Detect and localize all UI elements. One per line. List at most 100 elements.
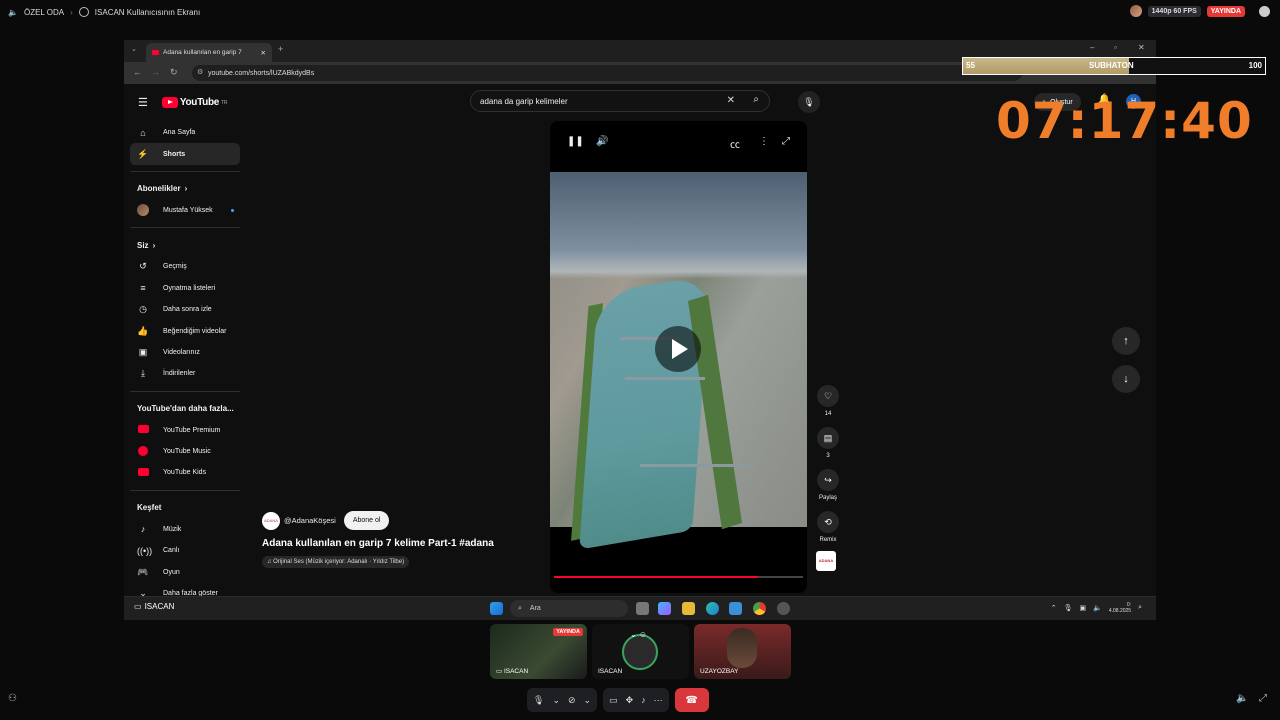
arrow-down-icon: ↓ xyxy=(1123,373,1129,385)
channel-handle[interactable]: @AdanaKöşesi xyxy=(284,516,336,525)
subhaton-bar: 55 SUBHATON 100 xyxy=(962,57,1266,75)
url-field[interactable]: ⚙ youtube.com/shorts/lUZABkdydBs xyxy=(192,65,1022,81)
search-input[interactable]: adana da garip kelimeler ✕ ⌕ xyxy=(470,90,770,112)
previous-short-button[interactable]: ↑ xyxy=(1112,327,1140,355)
participant-tile[interactable]: UZAYOZBAY xyxy=(694,624,791,679)
sidebar-item-music-cat[interactable]: ♪ Müzik xyxy=(130,519,240,540)
task-view-icon[interactable] xyxy=(636,602,649,615)
copilot-icon[interactable] xyxy=(658,602,671,615)
soundboard-icon[interactable]: ♪ xyxy=(641,695,646,705)
channel-avatar[interactable]: ADANA xyxy=(262,511,280,530)
captions-icon[interactable]: ㏄ xyxy=(730,136,740,151)
sidebar-item-live[interactable]: ((•)) Canlı xyxy=(130,540,240,561)
more-options-icon[interactable]: ⋮ xyxy=(759,136,769,147)
mic-icon[interactable]: 🎙 xyxy=(1064,604,1073,612)
search-icon[interactable]: ⌕ xyxy=(753,94,759,105)
date: 4.08.2025 xyxy=(1108,608,1132,614)
notification-icon[interactable]: ⌕ xyxy=(1138,604,1142,612)
like-button[interactable]: ♡ 14 xyxy=(814,385,842,417)
section-label: Siz xyxy=(137,240,149,250)
minimize-icon[interactable]: – xyxy=(1090,43,1094,52)
participant-tile[interactable]: ⌄ ☺ ISACAN xyxy=(592,624,689,679)
sidebar-item-premium[interactable]: YouTube Premium xyxy=(130,420,240,441)
store-icon[interactable] xyxy=(729,602,742,615)
browser-tab[interactable]: Adana kullanılan en garip 7 ✕ xyxy=(146,43,272,62)
sidebar-item-shorts[interactable]: ⚡ Shorts xyxy=(130,143,240,165)
subscriptions-heading[interactable]: Abonelikler › xyxy=(130,178,248,200)
more-icon[interactable]: ⋯ xyxy=(654,695,663,706)
chevron-down-icon[interactable]: ⌄ xyxy=(584,695,592,706)
pause-icon[interactable]: ❚❚ xyxy=(567,136,584,147)
sidebar-item-music[interactable]: YouTube Music xyxy=(130,441,240,462)
mic-toggle[interactable]: 🎙 ⌄ ⊘ ⌄ xyxy=(527,688,598,712)
section-label: Abonelikler xyxy=(137,184,181,194)
sidebar-item-subscription[interactable]: Mustafa Yüksek xyxy=(130,200,240,221)
divider xyxy=(130,170,240,172)
sidebar-item-history[interactable]: ↺ Geçmiş xyxy=(130,256,240,277)
reload-icon[interactable]: ↻ xyxy=(170,67,178,78)
sidebar-item-downloads[interactable]: ⤓ İndirilenler xyxy=(130,363,240,384)
share-button[interactable]: ↪ Paylaş xyxy=(814,469,842,501)
camera-off-icon[interactable]: ⊘ xyxy=(568,695,576,706)
volume-icon[interactable]: 🔈 xyxy=(1236,693,1248,704)
sidebar-item-gaming[interactable]: 🎮 Oyun xyxy=(130,561,240,582)
sidebar-item-playlists[interactable]: ≡ Oynatma listeleri xyxy=(130,278,240,299)
clock[interactable]: 0: 4.08.2025 xyxy=(1109,602,1131,614)
new-tab-icon[interactable]: + xyxy=(278,44,283,54)
chrome-icon[interactable] xyxy=(753,602,766,615)
file-explorer-icon[interactable] xyxy=(682,602,695,615)
sound-channel-thumbnail[interactable]: ADANA xyxy=(816,551,836,571)
next-short-button[interactable]: ↓ xyxy=(1112,365,1140,393)
video-progress[interactable] xyxy=(554,576,803,578)
maximize-icon[interactable]: ▫ xyxy=(1114,43,1117,52)
edge-icon[interactable] xyxy=(706,602,719,615)
chevron-up-icon[interactable]: ⌃ xyxy=(1051,604,1057,612)
video-title[interactable]: Adana kullanılan en garip 7 kelime Part-… xyxy=(262,538,494,549)
screen-share-icon[interactable]: ▭ xyxy=(609,695,618,706)
back-icon[interactable]: ← xyxy=(133,67,142,77)
speaker-icon[interactable]: 🔈 xyxy=(1093,604,1102,612)
clear-search-icon[interactable]: ✕ xyxy=(727,95,735,106)
home-icon: ⌂ xyxy=(140,127,146,138)
network-icon[interactable]: ▣ xyxy=(1079,604,1086,612)
taskbar-user-label: ISACAN xyxy=(144,602,175,611)
shorts-player[interactable]: ❚❚ 🔊 ㏄ ⋮ ⤢ xyxy=(550,121,807,593)
volume-icon[interactable]: 🔊 xyxy=(596,136,608,147)
comment-button[interactable]: ▤ 3 xyxy=(814,427,842,459)
sidebar-item-kids[interactable]: YouTube Kids xyxy=(130,462,240,483)
site-info-icon[interactable]: ⚙ xyxy=(197,68,203,76)
taskbar-search[interactable]: ⌕ Ara xyxy=(510,600,628,617)
more-heading: YouTube'dan daha fazla... xyxy=(130,398,248,420)
disconnect-button[interactable]: ☎ xyxy=(674,688,709,712)
menu-icon[interactable]: ☰ xyxy=(138,96,148,109)
play-icon[interactable] xyxy=(655,326,701,372)
shorts-icon: ⚡ xyxy=(137,148,149,159)
activities-icon[interactable]: ✥ xyxy=(626,695,634,706)
close-window-icon[interactable]: ✕ xyxy=(1138,43,1145,52)
subscribe-button[interactable]: Abone ol xyxy=(343,511,390,530)
youtube-logo[interactable]: YouTube TR xyxy=(161,97,227,108)
chat-icon[interactable] xyxy=(1259,5,1270,17)
forward-icon[interactable]: → xyxy=(151,67,160,77)
channel-name[interactable]: ÖZEL ODA xyxy=(24,8,64,17)
tab-search-icon[interactable]: ⌄ xyxy=(131,45,137,53)
close-tab-icon[interactable]: ✕ xyxy=(261,49,266,57)
sidebar-item-your-videos[interactable]: ▣ Videolarınız xyxy=(130,342,240,363)
add-user-icon[interactable]: ⚇ xyxy=(8,693,17,704)
sidebar-item-home[interactable]: ⌂ Ana Sayfa xyxy=(130,122,240,143)
sidebar-item-liked[interactable]: 👍 Beğendiğim videolar xyxy=(130,320,240,341)
chevron-down-icon[interactable]: ⌄ xyxy=(552,695,560,706)
sound-chip[interactable]: ♫ Orijinal Ses (Müzik içeriyor: Adanalı … xyxy=(262,556,410,568)
avatar xyxy=(622,634,658,670)
you-heading[interactable]: Siz › xyxy=(130,234,248,256)
settings-icon[interactable] xyxy=(777,602,790,615)
windows-start-icon[interactable] xyxy=(490,602,503,615)
fullscreen-icon[interactable]: ⤢ xyxy=(1259,693,1267,704)
user-settings-icon[interactable]: ⌄ ☺ xyxy=(630,630,647,639)
sidebar-item-watch-later[interactable]: ◷ Daha sonra izle xyxy=(130,299,240,320)
participant-tile[interactable]: YAYINDA ▭ ISACAN xyxy=(490,624,587,679)
youtube-play-icon xyxy=(161,97,178,108)
fullscreen-icon[interactable]: ⤢ xyxy=(782,136,790,147)
voice-search-icon[interactable]: 🎙 xyxy=(798,91,820,113)
remix-button[interactable]: ⟲ Remix xyxy=(814,511,842,543)
